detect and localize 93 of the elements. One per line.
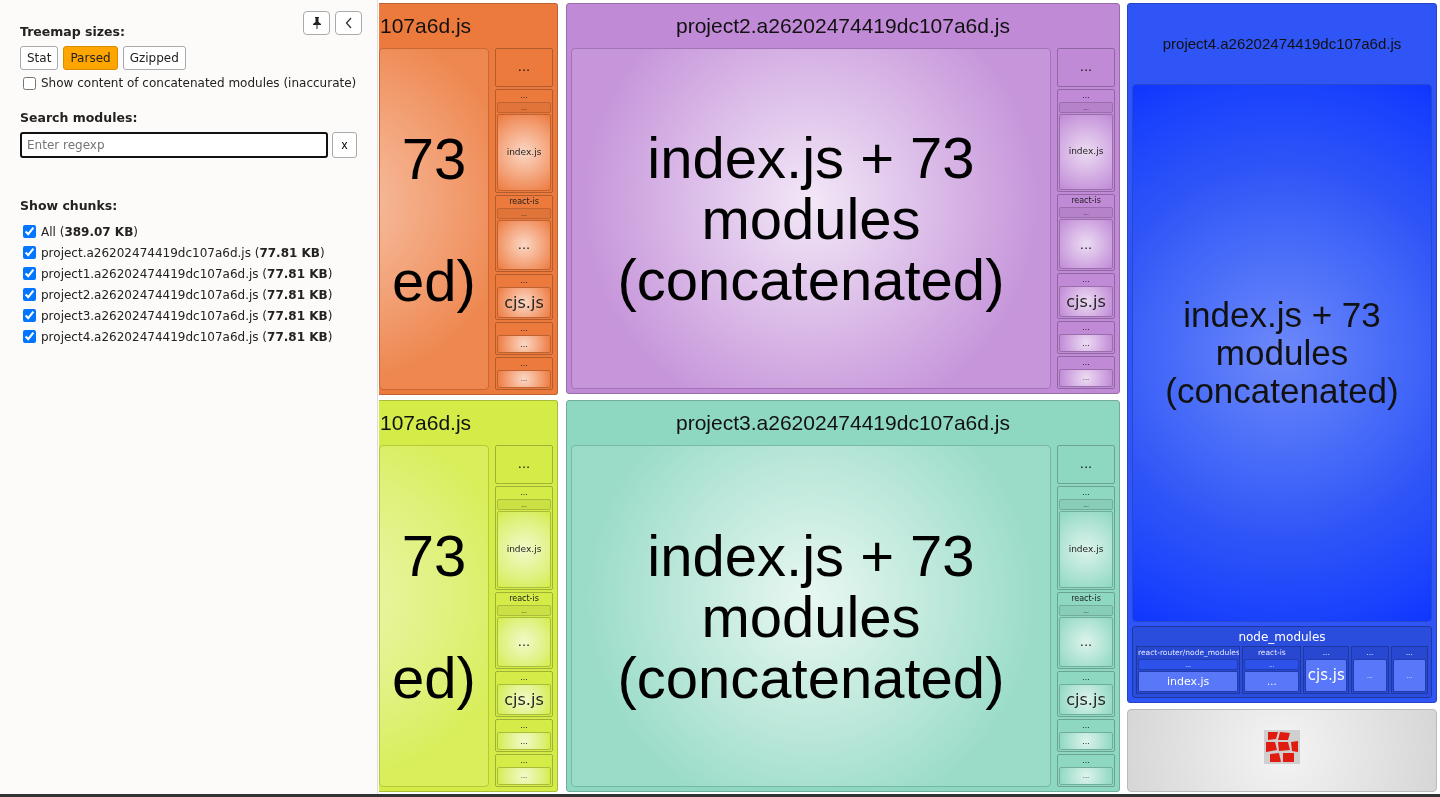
module-group[interactable]: ... ... [495,322,553,356]
chunk-title: 107a6d.js [379,13,472,39]
module-group[interactable]: ... cjs.js [1057,273,1115,320]
collapse-button[interactable] [335,11,362,35]
checkbox[interactable] [23,267,36,280]
cell-label: ed) [392,646,476,708]
module-group[interactable]: ... cjs.js [1057,670,1115,718]
checkbox[interactable] [23,288,36,301]
cell-label: 73 [401,524,467,586]
module-group[interactable]: ... [1057,445,1115,484]
group-label: ... [519,90,529,101]
group-label: ... [519,487,529,498]
module-cell[interactable]: ... [497,219,551,270]
checkbox[interactable] [23,309,36,322]
group-label: ... [1081,358,1091,369]
module-cell[interactable]: ... [1059,732,1113,751]
size-toggle[interactable]: Stat [20,46,59,70]
checkbox[interactable] [23,76,36,90]
group-label: ... [1081,90,1091,101]
module-cell[interactable]: index.js [1059,510,1113,588]
module-cell[interactable]: cjs.js [1059,683,1113,716]
chunk-title: 107a6d.js [379,410,472,436]
module-cell[interactable]: ... [1059,219,1113,270]
module-cell[interactable]: cjs.js [1059,286,1113,318]
checkbox-label[interactable]: project3.a26202474419dc107a6d.js (77.81 KB) [41,308,333,323]
pin-button[interactable] [303,11,330,35]
module-cell[interactable]: cjs.js [497,683,551,716]
module-group[interactable]: ... cjs.js [495,273,553,321]
checkbox[interactable] [23,246,36,259]
section-label: Search modules: [20,110,138,125]
module-cell[interactable]: index.js + 73 modules (concatenated) [571,48,1051,389]
group-label: ... [1081,672,1091,683]
group-label: ... [1081,487,1091,498]
module-cell[interactable]: ... [497,335,551,354]
cell-label: 73 [401,127,467,189]
size-toggle[interactable]: Gzipped [122,46,186,70]
group-label: ... [519,672,529,683]
module-cell[interactable]: index.js [1138,671,1239,692]
group-label: ... [519,721,529,732]
module-cell[interactable]: 73 ed) [379,48,489,390]
group-label: ... [1081,721,1091,732]
checkbox-label[interactable]: project.a26202474419dc107a6d.js (77.81 KB) [41,245,325,260]
module-group[interactable]: ... cjs.js [495,670,553,718]
group-label: ... [519,275,529,286]
group-label: ... [1081,275,1091,286]
section-label: Treemap sizes: [20,24,125,39]
module-cell[interactable]: 73 ed) [379,445,489,787]
module-group[interactable]: ... [495,48,553,87]
group-label: react-is [508,196,540,207]
module-cell[interactable]: ... [1244,671,1300,692]
module-group[interactable]: ... ... [1057,719,1115,753]
module-cell[interactable]: ... [1059,616,1113,667]
module-cell[interactable]: index.js + 73 modules (concatenated) [1132,84,1432,622]
group-label: ... [519,359,529,370]
chunk-title: project2.a26202474419dc107a6d.js [675,13,1011,39]
checkbox-label[interactable]: project1.a26202474419dc107a6d.js (77.81 KB) [41,266,333,281]
checkbox-label[interactable]: project4.a26202474419dc107a6d.js (77.81 KB) [41,329,333,344]
group-label: ... [519,324,529,335]
chunk-title: project3.a26202474419dc107a6d.js [675,410,1011,436]
module-cell[interactable]: index.js [497,113,551,191]
checkbox-label[interactable]: Show content of concatenated modules (inaccurate) [41,76,357,90]
module-group[interactable]: ... ... [495,719,553,753]
group-label: react-is [1070,593,1102,604]
chunk-title: project4.a26202474419dc107a6d.js [1161,34,1403,54]
module-cell[interactable]: ... [497,616,551,667]
module-cell[interactable]: index.js [497,510,551,588]
module-group[interactable]: ... ... [1057,321,1115,355]
module-group[interactable]: ... [495,445,553,484]
section-label: Show chunks: [20,198,118,213]
checkbox-label[interactable]: All (389.07 KB) [41,224,138,239]
cell-label: ed) [392,249,476,311]
module-cell[interactable]: index.js [1059,113,1113,191]
module-cell[interactable]: cjs.js [1305,659,1348,692]
checkbox[interactable] [23,330,36,343]
clear-button[interactable]: x [332,132,357,158]
module-group[interactable]: ... [1057,48,1115,87]
group-label: react-is [1070,196,1102,207]
checkbox[interactable] [23,225,36,238]
module-cell[interactable]: ... [1059,334,1113,353]
module-cell[interactable]: ... [497,732,551,751]
logo-icon [1264,730,1300,764]
pin-icon [311,17,322,29]
search-field[interactable]: Enter regexp [20,132,329,158]
group-label: ... [1081,756,1091,767]
group-label: react-is [508,593,540,604]
chevron-left-icon [344,17,353,29]
group-label: ... [519,756,529,767]
group-label: node_modules [1237,629,1327,646]
module-cell[interactable]: cjs.js [497,286,551,319]
checkbox-label[interactable]: project2.a26202474419dc107a6d.js (77.81 KB) [41,287,333,302]
module-cell[interactable]: index.js + 73 modules (concatenated) [571,445,1051,787]
size-toggle[interactable]: Parsed [63,46,118,70]
group-label: ... [1081,323,1091,334]
